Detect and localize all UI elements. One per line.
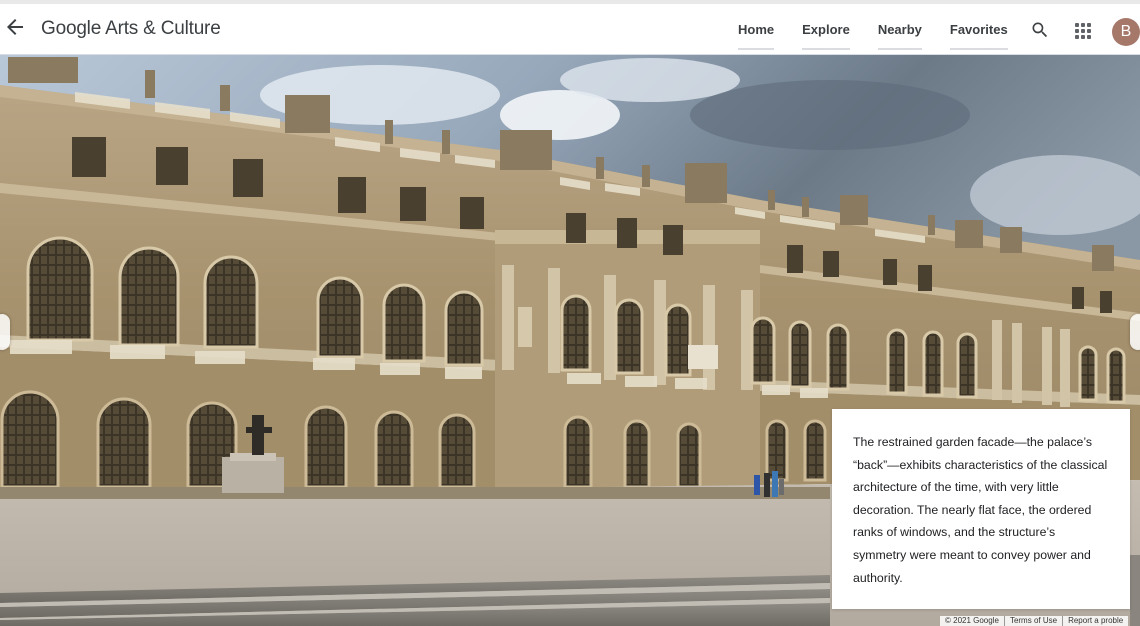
main-nav: Home Explore Nearby Favorites [726, 4, 1024, 54]
nav-explore[interactable]: Explore [790, 4, 862, 54]
report-problem-link[interactable]: Report a proble [1063, 616, 1128, 626]
info-card-text: The restrained garden facade—the palace’… [853, 435, 1108, 585]
search-button[interactable] [1030, 20, 1050, 40]
apps-grid-icon[interactable] [1075, 23, 1091, 39]
top-app-bar: Google Arts & Culture Home Explore Nearb… [0, 0, 1140, 55]
pan-left-control[interactable] [0, 314, 10, 350]
arrow-left-icon [7, 19, 23, 35]
apps-dot [1075, 23, 1079, 27]
account-avatar[interactable]: B [1112, 18, 1140, 46]
apps-dot [1081, 29, 1085, 33]
apps-dot [1081, 35, 1085, 39]
street-view-panorama[interactable]: The restrained garden facade—the palace’… [0, 55, 1140, 626]
map-footer: © 2021 Google Terms of Use Report a prob… [940, 616, 1129, 626]
nav-nearby[interactable]: Nearby [866, 4, 934, 54]
pan-right-control[interactable] [1130, 314, 1140, 350]
apps-dot [1081, 23, 1085, 27]
info-card: The restrained garden facade—the palace’… [832, 409, 1130, 609]
apps-dot [1087, 29, 1091, 33]
apps-dot [1075, 29, 1079, 33]
terms-link[interactable]: Terms of Use [1005, 616, 1064, 626]
nav-home[interactable]: Home [726, 4, 786, 54]
back-button[interactable] [3, 15, 27, 39]
apps-dot [1087, 23, 1091, 27]
apps-dot [1075, 35, 1079, 39]
copyright-text: © 2021 Google [940, 616, 1005, 626]
apps-dot [1087, 35, 1091, 39]
search-icon [1032, 22, 1048, 38]
nav-favorites[interactable]: Favorites [938, 4, 1020, 54]
google-arts-culture-logo[interactable]: Google Arts & Culture [41, 18, 221, 40]
